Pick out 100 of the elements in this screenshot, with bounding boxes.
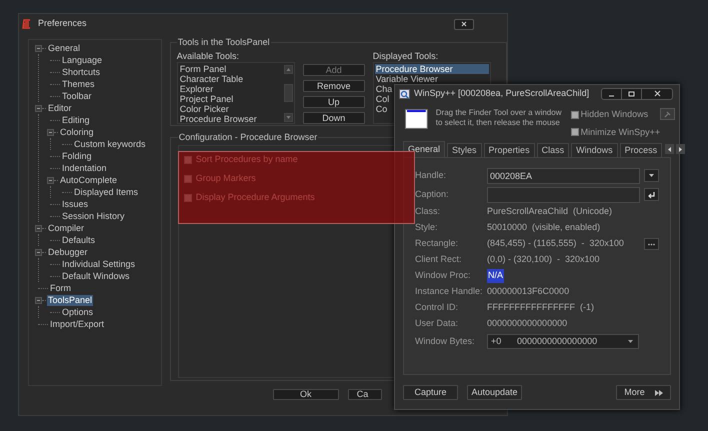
field-value: 000000013F6C0000 xyxy=(487,285,570,298)
field-value: (845,455) - (1165,555) - 320x100 xyxy=(487,237,624,250)
window-title: Preferences xyxy=(38,17,87,30)
tree-item[interactable]: Issues xyxy=(61,198,90,210)
dropdown[interactable]: +0 0000000000000000 xyxy=(487,334,639,349)
link[interactable]: N/A xyxy=(487,269,504,283)
list-label: Available Tools: xyxy=(176,50,240,62)
tree-item[interactable]: Toolbar xyxy=(61,90,93,102)
tree-item[interactable]: Shortcuts xyxy=(61,66,102,78)
list-item[interactable]: Procedure Browser xyxy=(374,64,489,74)
list-item[interactable]: Explorer xyxy=(180,84,284,94)
checkbox-label: Display Procedure Arguments xyxy=(196,190,315,204)
field-label: Class: xyxy=(415,205,442,218)
pin-button[interactable] xyxy=(660,108,675,120)
checkbox[interactable] xyxy=(570,110,579,119)
field-value: 0000000000000000 xyxy=(487,317,568,330)
app-logo-icon xyxy=(22,19,31,29)
field-label: Handle: xyxy=(415,168,448,182)
dialog-button[interactable]: Ca xyxy=(348,389,382,400)
tree-item[interactable]: Folding xyxy=(61,150,93,162)
field-label: Client Rect: xyxy=(415,253,463,266)
list-item[interactable]: Col xyxy=(374,94,390,104)
maximize-icon xyxy=(627,90,636,98)
field-label: User Data: xyxy=(415,317,460,330)
field-label: Window Bytes: xyxy=(415,334,476,348)
action-button[interactable]: More xyxy=(616,385,671,400)
tree-item[interactable]: Coloring xyxy=(59,126,95,138)
double-arrow-icon xyxy=(654,390,663,396)
field-value: PureScrollAreaChild (Unicode) xyxy=(487,205,612,218)
checkbox-label: Group Markers xyxy=(196,172,256,185)
tree-item[interactable]: Custom keywords xyxy=(73,138,147,150)
tree-item[interactable]: Import/Export xyxy=(49,318,106,330)
action-button[interactable]: Capture xyxy=(403,385,458,400)
pin-icon xyxy=(664,110,672,118)
more-button[interactable] xyxy=(644,238,659,250)
window-title: WinSpy++ [000208ea, PureScrollAreaChild] xyxy=(414,87,590,100)
tree-item[interactable]: Default Windows xyxy=(61,270,131,282)
tab-left-button[interactable] xyxy=(665,144,674,154)
hint-text: Drag the Finder Tool over a window xyxy=(436,108,562,118)
field-label: Style: xyxy=(415,221,439,234)
tree-item[interactable]: Themes xyxy=(61,78,96,90)
input-field[interactable] xyxy=(487,186,640,202)
action-button[interactable]: Autoupdate xyxy=(467,385,522,400)
tree-item[interactable]: AutoComplete xyxy=(59,174,118,186)
group-title: Configuration - Procedure Browser xyxy=(178,131,318,144)
caret-icon xyxy=(648,173,655,178)
tree-item[interactable]: Editing xyxy=(61,114,91,126)
finder-tool-icon xyxy=(405,109,428,129)
tab[interactable]: Properties xyxy=(484,143,535,157)
tree-item[interactable]: Editor xyxy=(47,102,73,114)
list-item[interactable]: Character Table xyxy=(180,74,284,84)
list-item[interactable]: Procedure Browser xyxy=(180,114,284,124)
hint-text: to select it, then release the mouse xyxy=(436,118,560,128)
close-icon xyxy=(461,21,467,27)
tab[interactable]: Styles xyxy=(447,143,482,157)
tab-right-button[interactable] xyxy=(676,144,686,154)
list-item[interactable]: Co xyxy=(374,104,388,114)
close-button[interactable] xyxy=(454,18,474,30)
tool-button[interactable]: Up xyxy=(302,96,365,108)
checkbox-label: Sort Procedures by name xyxy=(196,152,298,166)
tree-item[interactable]: Defaults xyxy=(61,234,96,246)
tree-item[interactable]: Debugger xyxy=(47,246,89,258)
enter-button[interactable] xyxy=(644,188,659,201)
list-label: Displayed Tools: xyxy=(372,50,440,62)
field-value: 50010000 (visible, enabled) xyxy=(487,221,600,234)
caret-icon xyxy=(627,339,634,344)
list-item[interactable]: Cha xyxy=(374,84,394,94)
field-label: Control ID: xyxy=(415,301,460,314)
group-title: Tools in the ToolsPanel xyxy=(176,36,271,49)
tree-item[interactable]: Options xyxy=(61,306,94,318)
tree-item[interactable]: General xyxy=(47,42,82,54)
tree-item[interactable]: Indentation xyxy=(61,162,108,174)
close-icon xyxy=(652,90,662,98)
tree-item[interactable]: Individual Settings xyxy=(61,258,136,270)
tree-item[interactable]: Compiler xyxy=(47,222,86,234)
tab[interactable]: Process xyxy=(620,143,662,157)
checkbox[interactable] xyxy=(570,128,579,136)
tree-item[interactable]: ToolsPanel xyxy=(47,294,94,306)
checkbox-label: Hidden Windows xyxy=(580,108,648,121)
input-field[interactable]: 000208EA xyxy=(487,168,640,184)
tree-item[interactable]: Session History xyxy=(61,210,126,222)
enter-icon xyxy=(647,190,656,198)
dropdown-value: 0000000000000000 xyxy=(517,334,598,348)
dropdown-button[interactable] xyxy=(644,169,659,182)
magnifier-window-icon xyxy=(399,89,410,99)
list-item[interactable]: Project Panel xyxy=(180,94,284,104)
list-item[interactable]: Form Panel xyxy=(180,64,284,74)
list-item[interactable]: Variable Viewer xyxy=(374,74,439,84)
tree-item[interactable]: Displayed Items xyxy=(73,186,140,198)
tool-button[interactable]: Down xyxy=(302,112,365,124)
tab[interactable]: Windows xyxy=(571,143,618,157)
tab[interactable]: Class xyxy=(536,143,570,157)
tool-button[interactable]: Remove xyxy=(302,80,365,92)
field-label: Rectangle: xyxy=(415,237,460,250)
tree-item[interactable]: Language xyxy=(61,54,104,66)
list-item[interactable]: Color Picker xyxy=(180,104,284,114)
field-value: (0,0) - (320,100) - 320x100 xyxy=(487,253,600,266)
ellipsis-icon xyxy=(648,242,655,246)
tree-item[interactable]: Form xyxy=(49,282,72,294)
dialog-button[interactable]: Ok xyxy=(272,389,339,400)
